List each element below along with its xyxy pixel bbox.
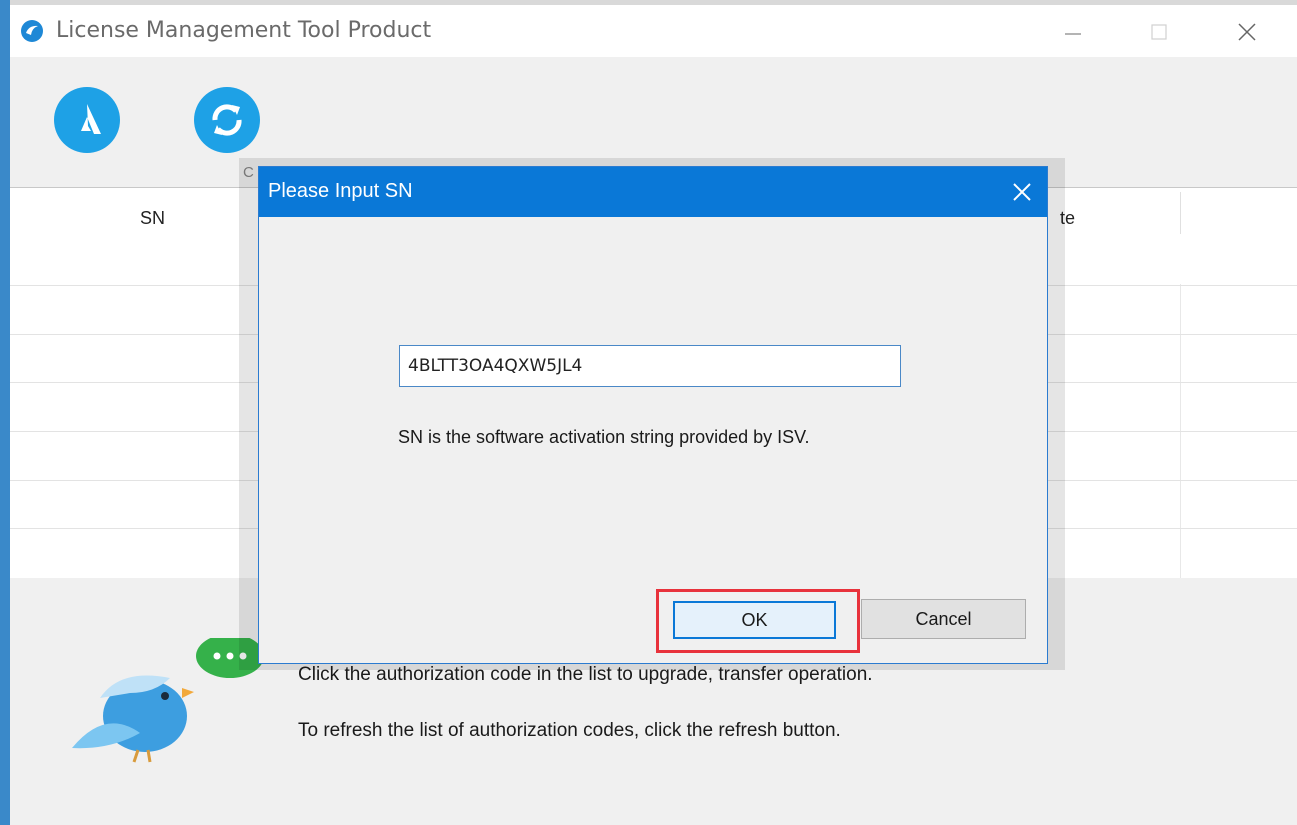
- sn-input[interactable]: [399, 345, 901, 387]
- cancel-button[interactable]: Cancel: [861, 599, 1026, 639]
- close-icon: [1238, 23, 1256, 41]
- input-sn-dialog: Please Input SN SN is the software activ…: [258, 166, 1048, 664]
- column-separator: [1180, 192, 1181, 234]
- sn-help-text: SN is the software activation string pro…: [398, 427, 810, 447]
- window-close-button[interactable]: [1224, 13, 1270, 51]
- dialog-body: SN is the software activation string pro…: [259, 217, 1047, 663]
- hidden-window-label: C: [243, 164, 254, 181]
- maximize-icon: [1151, 24, 1167, 40]
- minimize-icon: [1065, 33, 1081, 35]
- desktop-strip-left: [0, 0, 10, 825]
- minimize-button[interactable]: [1050, 13, 1096, 51]
- window-title: License Management Tool Product: [56, 18, 432, 43]
- activate-button[interactable]: [54, 87, 120, 153]
- refresh-button[interactable]: [194, 87, 260, 153]
- hint-refresh: To refresh the list of authorization cod…: [298, 720, 841, 741]
- close-icon: [1013, 183, 1031, 201]
- column-header-sn[interactable]: SN: [140, 208, 165, 229]
- refresh-icon: [212, 104, 242, 136]
- dialog-title-bar: Please Input SN: [259, 167, 1047, 217]
- dialog-close-button[interactable]: [997, 167, 1047, 217]
- maximize-button[interactable]: [1136, 13, 1182, 51]
- dialog-title: Please Input SN: [268, 180, 413, 202]
- app-logo-icon: [21, 20, 43, 42]
- title-bar: License Management Tool Product: [10, 5, 1297, 57]
- ok-button[interactable]: OK: [673, 601, 836, 639]
- activate-icon: [81, 104, 101, 134]
